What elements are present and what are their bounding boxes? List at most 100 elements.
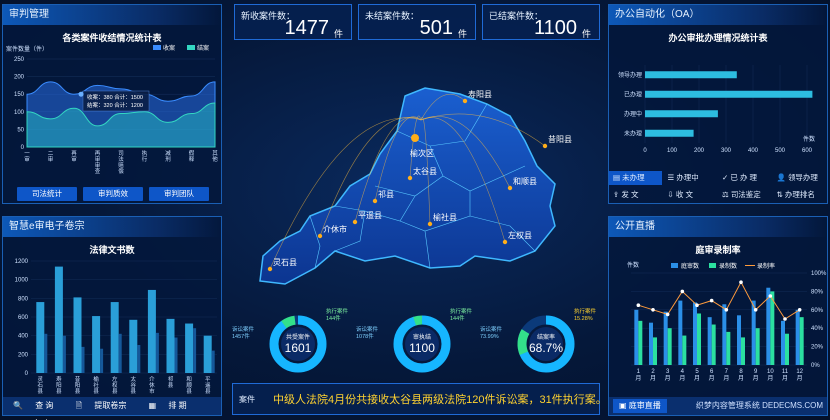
map-city-dot	[542, 143, 548, 149]
docs-xtick: 祁县	[168, 375, 174, 389]
oa-tab-2[interactable]: ✓ 已 办 理	[718, 171, 771, 185]
map-region-label[interactable]: 榆社县	[433, 212, 457, 222]
donut-right-value: 144件	[450, 314, 465, 322]
donut-right-value: 15.28%	[574, 316, 593, 322]
oa-xtick: 300	[721, 148, 732, 154]
map-city-dot	[462, 98, 468, 104]
map-region-label[interactable]: 灵石县	[273, 258, 297, 267]
donut-left-value: 73.99%	[480, 334, 499, 340]
map-region-label[interactable]: 介休市	[323, 224, 347, 234]
oa-tab-5[interactable]: ⇩ 收 文	[664, 188, 717, 202]
live-right-tick: 40%	[811, 326, 824, 332]
trial-ytick: 150	[14, 92, 25, 98]
docs-bar-shadow	[211, 350, 215, 373]
stat-new-unit: 件	[333, 29, 343, 39]
docs-bar-shadow	[81, 346, 85, 373]
oa-tab-7[interactable]: ⇅ 办理排名	[773, 188, 826, 202]
trial-team-button[interactable]: 审判团队	[149, 187, 209, 201]
stat-closed-value: 1100	[533, 17, 577, 39]
docs-bar	[185, 323, 194, 373]
trial-area-chart: 案件数量（件） 收案 结案 050100150200250 一审二审再审再审审查司…	[6, 44, 218, 175]
live-right-tick: 60%	[811, 308, 824, 314]
live-bar-recorded	[799, 317, 804, 365]
oa-xtick: 500	[775, 148, 786, 154]
live-right-tick: 100%	[811, 271, 827, 277]
oa-xtick: 0	[643, 148, 647, 154]
live-xtick: 2月	[650, 369, 656, 382]
extract-file-button[interactable]: 🗎 提取卷宗	[66, 397, 137, 415]
donut-left-label: 诉讼案件	[480, 325, 503, 333]
live-rate-point	[695, 303, 699, 307]
live-xtick: 11 月	[782, 369, 789, 382]
docs-xtick: 介休市	[149, 376, 155, 395]
donut-center-value: 1601	[285, 341, 312, 355]
live-xtick: 10 月	[767, 369, 774, 382]
oa-tab-4[interactable]: ⇪ 发 文	[609, 188, 662, 202]
oa-tab-label: 司法鉴定	[730, 190, 761, 199]
oa-tab-icon: 👤	[776, 173, 788, 182]
donut-right-label: 执行案件	[326, 307, 349, 315]
map-region-label[interactable]: 昔阳县	[548, 135, 572, 144]
live-legend-swatch	[671, 263, 678, 268]
oa-tab-label: 收 文	[675, 190, 693, 199]
docs-bar-shadow	[137, 345, 141, 373]
oa-tab-0[interactable]: ▤ 未办理	[609, 171, 662, 185]
docs-bar-shadow	[155, 332, 159, 373]
video-icon: ▣	[619, 401, 627, 410]
stat-open-label: 未结案件数：	[365, 11, 420, 21]
map-city-dot	[352, 219, 358, 225]
map-region-label[interactable]: 左权县	[508, 230, 532, 240]
map-city-dot	[507, 185, 513, 191]
oa-bar	[645, 129, 694, 137]
live-combo-chart: 件数 庭审数 录制数 录制率 0% 20% 40% 60% 80% 100% 1 月 2 月 3 月 4 月 5 月 6…	[627, 261, 827, 382]
docs-panel-title: 智慧e审电子卷宗	[3, 217, 221, 237]
ticker-tag: 案件	[239, 395, 255, 404]
live-rate-point	[739, 280, 743, 284]
oa-tab-icon: ☰	[667, 173, 677, 182]
map-region-label[interactable]: 太谷县	[413, 166, 437, 176]
review-button[interactable]: ⚒ 审 案	[3, 415, 61, 420]
stat-closed: 已结案件数： 1100 件	[482, 4, 600, 40]
docs-xtick: 寿阳县	[56, 375, 62, 395]
oa-bar	[645, 90, 813, 98]
map-region-label[interactable]: 和顺县	[513, 177, 537, 186]
docs-bar-shadow	[193, 328, 197, 373]
map-region-label[interactable]: 寿阳县	[468, 89, 492, 99]
oa-tab-label: 发 文	[621, 190, 639, 199]
schedule-label: 排 期	[168, 401, 187, 410]
live-rate-point	[680, 289, 685, 294]
stat-closed-unit: 件	[581, 29, 591, 39]
trial-xtick: 再审	[71, 150, 77, 163]
oa-tab-3[interactable]: 👤 领导办理	[773, 171, 826, 185]
live-rate-point	[724, 308, 729, 312]
map-city-dot	[267, 266, 273, 272]
live-bar-recorded	[653, 337, 657, 365]
query-button[interactable]: 🔍 查 询	[3, 397, 63, 415]
live-bar-trials	[781, 320, 785, 365]
live-rate-point	[709, 298, 714, 303]
oa-xtick: 400	[748, 148, 759, 154]
judicial-stats-button[interactable]: 司法统计	[17, 187, 77, 201]
live-ylabel: 件数	[627, 261, 639, 269]
live-bar-trials	[722, 304, 727, 365]
map-region-label[interactable]: 平遥县	[358, 210, 382, 220]
map-city-dot	[427, 221, 433, 227]
schedule-button[interactable]: ▦ 排 期	[139, 397, 197, 415]
trial-quality-button[interactable]: 审判质效	[83, 187, 143, 201]
map-region-label[interactable]: 榆次区	[410, 148, 434, 158]
live-stream-label: 庭审直播	[628, 401, 661, 410]
oa-tab-label: 办理中	[676, 173, 699, 182]
oa-tab-1[interactable]: ☰ 办理中	[664, 171, 717, 185]
live-stream-button[interactable]: ▣ 庭审直播	[613, 399, 667, 413]
trial-legend: 收案 结案	[153, 44, 209, 52]
donut-right-value: 144件	[326, 314, 341, 322]
live-xtick: 7月	[723, 369, 729, 382]
oa-tab-icon: ⚖	[722, 190, 731, 199]
map-region-label[interactable]: 祁县	[378, 189, 394, 199]
donut-1: 审执结1100 诉讼案件1078件 执行案件144件	[356, 307, 473, 373]
live-legend-label: 庭审数	[681, 262, 699, 270]
live-legend-label: 录制率	[757, 262, 775, 270]
oa-tab-6[interactable]: ⚖ 司法鉴定	[718, 188, 771, 202]
live-panel: 公开直播 庭审录制率 件数 庭审数 录制数 录制率 0% 20% 40% 60% 80% 100%…	[608, 216, 828, 416]
trial-ytick: 200	[14, 75, 25, 81]
